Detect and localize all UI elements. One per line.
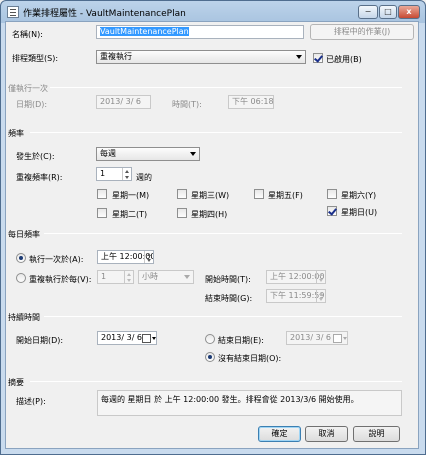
enabled-label: 已啟用(B) — [326, 55, 362, 64]
daily-frequency-header: 每日頻率 — [8, 230, 40, 239]
end-date-field[interactable]: 2013/ 3/ 6 — [286, 331, 348, 345]
occurs-value: 每週 — [100, 149, 116, 158]
spinner-icon[interactable] — [316, 271, 325, 283]
day-label-tue: 星期二(T) — [112, 210, 148, 219]
run-every-stepper[interactable]: 1 — [97, 270, 134, 284]
spinner-icon[interactable] — [144, 251, 153, 263]
close-button[interactable]: x — [398, 5, 420, 19]
recurs-unit: 週的 — [136, 173, 152, 182]
end-date-value: 2013/ 3/ 6 — [290, 333, 332, 342]
start-date-label: 開始日期(D): — [16, 336, 64, 345]
run-once-label: 執行一次於(A): — [29, 255, 84, 264]
schedule-type-select[interactable]: 重複執行 — [96, 50, 306, 64]
end-date-label: 結束日期(E): — [218, 336, 264, 345]
chevron-down-icon — [184, 275, 190, 279]
day-label-fri: 星期五(F) — [268, 191, 303, 200]
duration-header: 持續時間 — [8, 313, 40, 322]
divider — [30, 381, 402, 382]
summary-header: 摘要 — [8, 378, 24, 387]
one-time-header: 僅執行一次 — [8, 84, 48, 93]
enabled-checkbox[interactable] — [313, 53, 323, 63]
help-button[interactable]: 說明 — [353, 426, 400, 442]
chevron-down-icon — [190, 152, 196, 156]
chevron-down-icon — [296, 55, 302, 59]
schedule-type-label: 排程類型(S): — [12, 54, 59, 63]
frequency-header: 頻率 — [8, 129, 24, 138]
dialog-client — [5, 21, 419, 449]
start-date-field[interactable]: 2013/ 3/ 6 — [97, 331, 157, 345]
description-field[interactable]: 每週的 星期日 於 上午 12:00:00 發生。排程會從 2013/3/6 開… — [97, 390, 402, 416]
one-time-date-field[interactable]: 2013/ 3/ 6 — [96, 95, 151, 109]
day-checkbox-sun[interactable] — [327, 206, 337, 216]
day-checkbox-thu[interactable] — [177, 208, 187, 218]
name-value: VaultMaintenancePlan — [100, 27, 189, 36]
run-once-radio[interactable] — [16, 253, 26, 263]
recurs-stepper[interactable]: 1 — [96, 167, 132, 181]
one-time-time-label: 時間(T): — [172, 100, 202, 109]
day-label-sun: 星期日(U) — [341, 208, 378, 217]
name-field[interactable]: VaultMaintenancePlan — [96, 25, 304, 39]
window-title: 作業排程屬性 - VaultMaintenancePlan — [23, 9, 186, 19]
day-label-wed: 星期三(W) — [191, 191, 230, 200]
app-icon — [7, 6, 19, 18]
start-time-field[interactable]: 上午 12:00:00 — [266, 270, 326, 284]
ok-button[interactable]: 確定 — [258, 426, 301, 442]
day-label-thu: 星期四(H) — [191, 210, 228, 219]
run-once-time-field[interactable]: 上午 12:00:00 — [97, 250, 154, 264]
jobs-in-schedule-button[interactable]: 排程中的作業(J) — [310, 24, 414, 40]
end-date-radio[interactable] — [205, 334, 215, 344]
run-every-radio[interactable] — [16, 273, 26, 283]
occurs-select[interactable]: 每週 — [96, 147, 200, 161]
maximize-button[interactable]: □ — [379, 5, 397, 19]
day-label-mon: 星期一(M) — [112, 191, 150, 200]
minimize-button[interactable]: − — [358, 5, 378, 19]
spinner-icon[interactable] — [124, 271, 133, 283]
run-every-unit-value: 小時 — [142, 272, 158, 281]
end-time-label: 結束時間(G): — [205, 294, 253, 303]
day-checkbox-mon[interactable] — [97, 189, 107, 199]
run-every-value: 1 — [101, 272, 107, 281]
occurs-label: 發生於(C): — [16, 152, 55, 161]
spinner-icon[interactable] — [316, 290, 325, 302]
start-date-value: 2013/ 3/ 6 — [101, 333, 143, 342]
one-time-date-label: 日期(D): — [16, 100, 48, 109]
spinner-icon[interactable] — [122, 168, 131, 180]
run-every-label: 重複執行於每(V): — [29, 275, 92, 284]
divider — [44, 233, 402, 234]
no-end-date-label: 沒有結束日期(O): — [218, 354, 282, 363]
recurs-value: 1 — [100, 169, 106, 178]
name-label: 名稱(N): — [12, 30, 43, 39]
cancel-button[interactable]: 取消 — [305, 426, 348, 442]
day-label-sat: 星期六(Y) — [341, 191, 377, 200]
calendar-icon[interactable] — [142, 333, 156, 343]
divider — [30, 132, 402, 133]
start-time-label: 開始時間(T): — [205, 275, 251, 284]
run-every-unit-select[interactable]: 小時 — [138, 270, 194, 284]
end-time-field[interactable]: 下午 11:59:59 — [266, 289, 326, 303]
day-checkbox-wed[interactable] — [177, 189, 187, 199]
divider — [50, 87, 402, 88]
one-time-time-field[interactable]: 下午 06:18:15 — [228, 95, 274, 109]
description-label: 描述(P): — [16, 397, 46, 406]
day-checkbox-fri[interactable] — [254, 189, 264, 199]
divider — [44, 316, 402, 317]
day-checkbox-tue[interactable] — [97, 208, 107, 218]
day-checkbox-sat[interactable] — [327, 189, 337, 199]
calendar-icon[interactable] — [333, 333, 347, 343]
no-end-date-radio[interactable] — [205, 352, 215, 362]
recurs-label: 重複頻率(R): — [16, 173, 63, 182]
schedule-type-value: 重複執行 — [100, 52, 132, 61]
